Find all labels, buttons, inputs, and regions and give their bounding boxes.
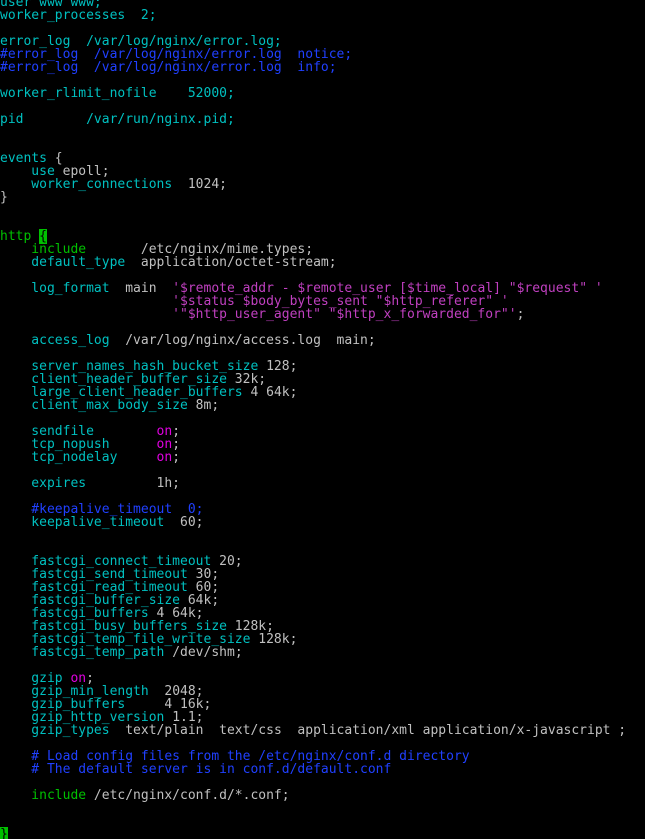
code-token: 128k; (250, 632, 298, 647)
code-token: /etc/nginx/conf.d/*.conf; (86, 788, 290, 803)
code-line: worker_processes 2; (0, 9, 645, 22)
code-token: worker_processes 2; (0, 8, 157, 23)
code-line: gzip_types text/plain text/css applicati… (0, 724, 645, 737)
code-token: 8m; (187, 398, 220, 413)
code-token: default_type (0, 255, 126, 270)
code-line: keepalive_timeout 60; (0, 516, 645, 529)
code-line: expires 1h; (0, 477, 645, 490)
code-token: expires (0, 476, 87, 491)
code-line: '"$http_user_agent" "$http_x_forwarded_f… (0, 308, 645, 321)
code-token: /dev/shm; (164, 645, 243, 660)
code-line: worker_rlimit_nofile 52000; (0, 87, 645, 100)
terminal-editor-view[interactable]: user www www; worker_processes 2; error_lo… (0, 0, 645, 839)
code-token: 60; (164, 515, 204, 530)
code-token: gzip_types (0, 723, 110, 738)
code-line: client_max_body_size 8m; (0, 399, 645, 412)
code-line: } (0, 191, 645, 204)
code-token: access_log (0, 333, 110, 348)
code-token: } (0, 190, 8, 205)
code-token: '"$http_user_agent" "$http_x_forwarded_f… (0, 307, 517, 322)
code-line: pid /var/run/nginx.pid; (0, 113, 645, 126)
cursor-highlight: } (0, 827, 8, 839)
code-line: include /etc/nginx/conf.d/*.conf; (0, 789, 645, 802)
code-line: # The default server is in conf.d/defaul… (0, 763, 645, 776)
code-line: fastcgi_temp_path /dev/shm; (0, 646, 645, 659)
code-token: client_max_body_size (0, 398, 188, 413)
code-line: tcp_nodelay on; (0, 451, 645, 464)
code-line: } (0, 827, 645, 839)
code-token: keepalive_timeout (0, 515, 165, 530)
code-token: 1h; (86, 476, 181, 491)
code-token: ; (516, 307, 525, 322)
code-token: 1024; (172, 177, 227, 192)
code-token: application/octet-stream; (125, 255, 337, 270)
code-token: fastcgi_temp_path (0, 645, 165, 660)
code-token: 4 64k; (242, 385, 298, 400)
code-line: access_log /var/log/nginx/access.log mai… (0, 334, 645, 347)
code-token: text/plain text/css application/xml appl… (109, 723, 627, 738)
code-token: tcp_nodelay (0, 450, 118, 465)
code-token: #error_log /var/log/nginx/error.log info… (0, 60, 337, 75)
code-token: /var/log/nginx/access.log main; (109, 333, 376, 348)
code-line: #error_log /var/log/nginx/error.log info… (0, 61, 645, 74)
code-token: include (0, 788, 87, 803)
code-token: on (156, 450, 173, 465)
code-token: worker_rlimit_nofile 52000; (0, 86, 235, 101)
code-line: worker_connections 1024; (0, 178, 645, 191)
code-token: worker_connections (0, 177, 173, 192)
code-token: ; (172, 450, 181, 465)
code-token: # The default server is in conf.d/defaul… (0, 762, 392, 777)
code-line: default_type application/octet-stream; (0, 256, 645, 269)
code-token: pid /var/run/nginx.pid; (0, 112, 235, 127)
